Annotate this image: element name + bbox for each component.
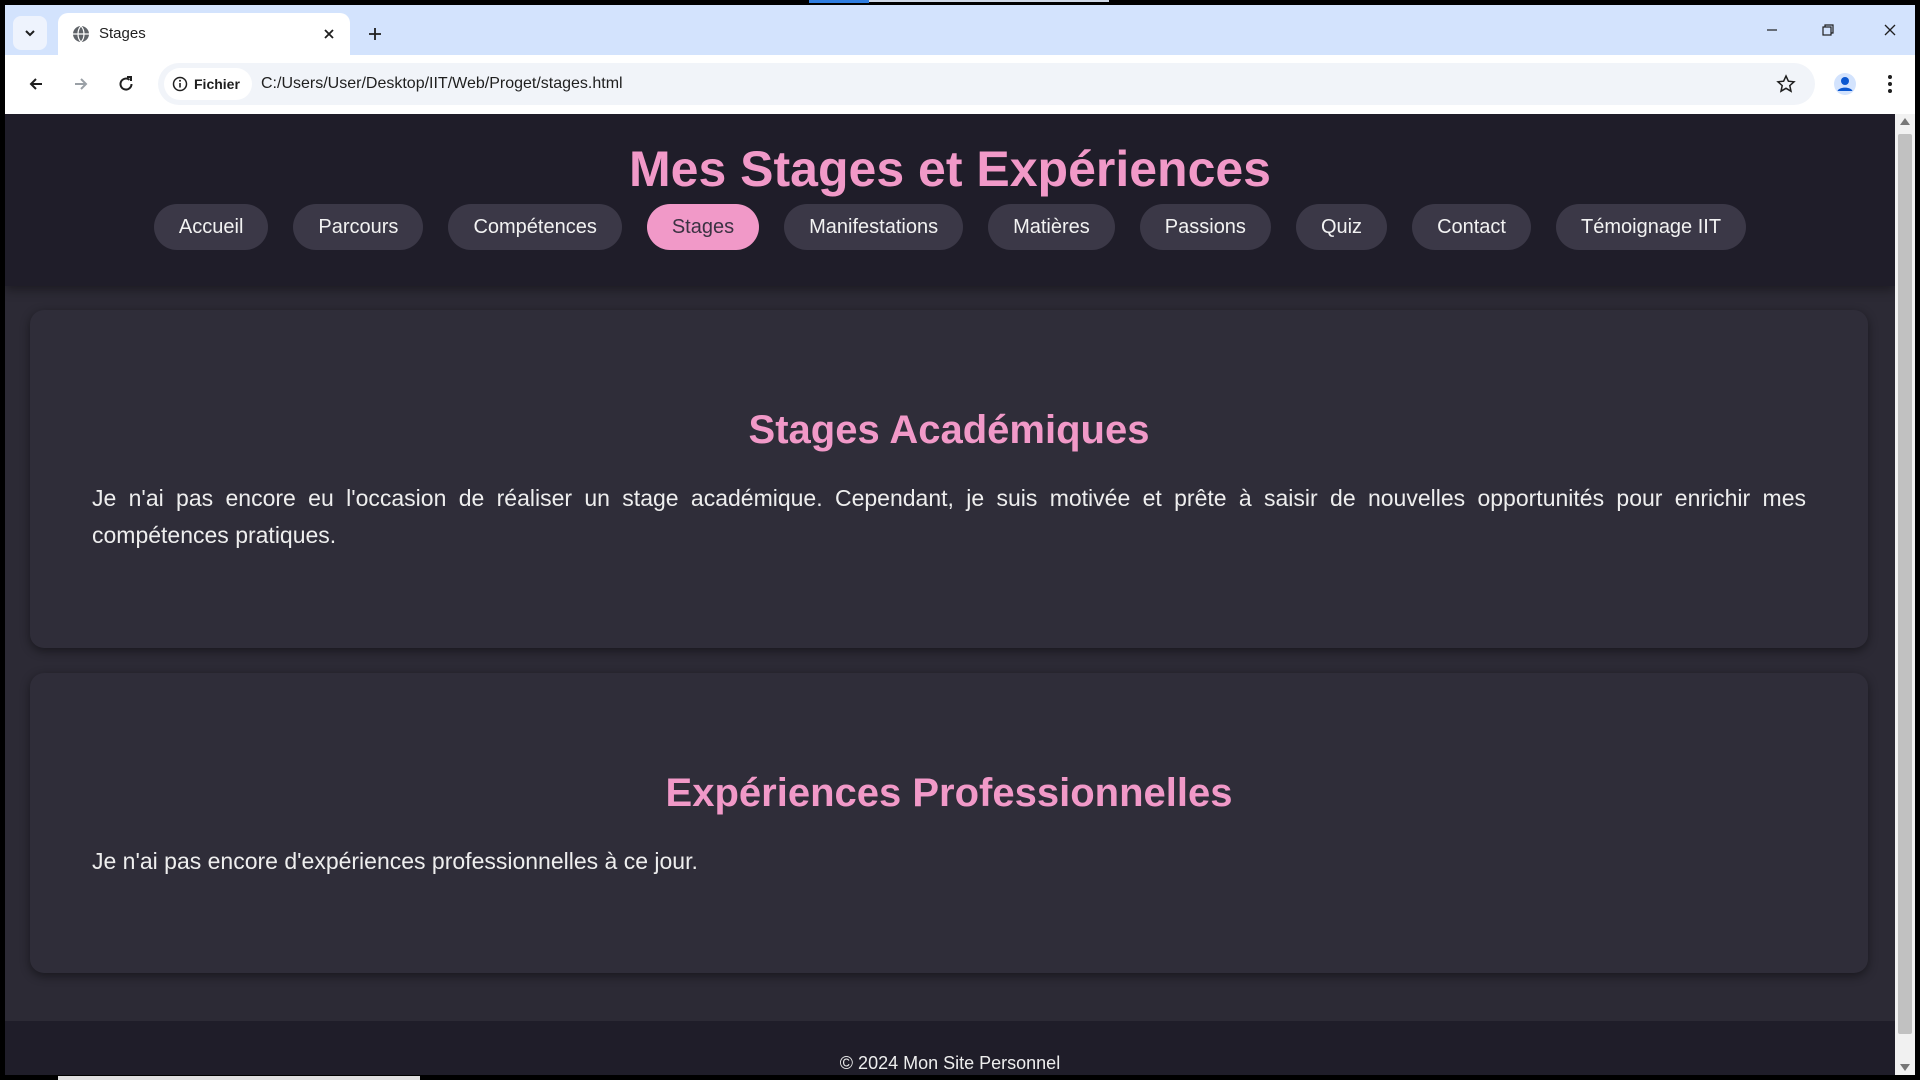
back-arrow-icon [29, 78, 42, 90]
forward-button[interactable] [62, 65, 100, 103]
section-heading: Expériences Professionnelles [665, 771, 1233, 815]
forward-arrow-icon [75, 78, 88, 90]
minimize-icon [1767, 29, 1777, 31]
section-stages-academiques: Stages Académiques Je n'ai pas encore eu… [30, 310, 1868, 648]
address-bar[interactable]: Fichier C:/Users/User/Desktop/IIT/Web/Pr… [158, 63, 1815, 105]
section-text: Je n'ai pas encore d'expériences profess… [92, 848, 698, 874]
bookmark-button[interactable] [1771, 69, 1801, 99]
nav-item-contact[interactable]: Contact [1412, 204, 1531, 250]
browser-menu-button[interactable] [1873, 67, 1907, 101]
footer-copyright: © 2024 Mon Site Personnel [839, 1053, 1061, 1073]
nav-item-stages[interactable]: Stages [646, 204, 760, 250]
section-text: Je n'ai pas encore eu l'occasion de réal… [92, 485, 1806, 548]
close-icon [324, 29, 334, 39]
url-text[interactable]: C:/Users/User/Desktop/IIT/Web/Proget/sta… [261, 75, 623, 93]
site-chip-label: Fichier [194, 76, 240, 92]
site-nav: Accueil Parcours Compétences Stages Mani… [5, 204, 1895, 250]
site-info-chip[interactable]: Fichier [164, 68, 252, 100]
tab-search-button[interactable] [13, 16, 47, 50]
tab-stages[interactable]: Stages [58, 13, 350, 55]
nav-item-manifestations[interactable]: Manifestations [784, 204, 964, 250]
page-title: Mes Stages et Expériences [629, 141, 1271, 197]
tab-close-button[interactable] [318, 23, 340, 45]
kebab-menu-icon [1888, 75, 1892, 93]
star-icon [1776, 74, 1796, 93]
profile-button[interactable] [1828, 67, 1862, 101]
tab-title: Stages [99, 25, 146, 42]
scrollbar-thumb[interactable] [1898, 134, 1912, 1034]
window-top-indicator [809, 0, 869, 3]
site-header: Mes Stages et Expériences Accueil Parcou… [5, 114, 1895, 286]
info-icon [172, 76, 188, 92]
reload-button[interactable] [107, 65, 145, 103]
nav-item-temoignage-iit[interactable]: Témoignage IIT [1556, 204, 1747, 250]
nav-item-passions[interactable]: Passions [1139, 204, 1271, 250]
vertical-scrollbar[interactable] [1895, 114, 1915, 1075]
restore-icon [1822, 24, 1834, 36]
chevron-down-icon [25, 30, 35, 37]
browser-toolbar: Fichier C:/Users/User/Desktop/IIT/Web/Pr… [5, 55, 1915, 114]
tab-strip: Stages [5, 5, 1915, 55]
nav-item-competences[interactable]: Compétences [448, 204, 622, 250]
taskbar-strip [58, 1076, 420, 1080]
globe-icon [73, 25, 89, 43]
nav-item-matieres[interactable]: Matières [988, 204, 1115, 250]
back-button[interactable] [17, 65, 55, 103]
nav-item-accueil[interactable]: Accueil [153, 204, 269, 250]
section-experiences-professionnelles: Expériences Professionnelles Je n'ai pas… [30, 673, 1868, 973]
plus-icon [369, 28, 381, 40]
nav-item-parcours[interactable]: Parcours [293, 204, 424, 250]
window-close-button[interactable] [1867, 13, 1913, 47]
nav-item-quiz[interactable]: Quiz [1295, 204, 1388, 250]
profile-icon [1834, 73, 1856, 95]
section-heading: Stages Académiques [748, 408, 1150, 452]
site-footer: © 2024 Mon Site Personnel [5, 1021, 1895, 1075]
minimize-button[interactable] [1749, 13, 1795, 47]
restore-button[interactable] [1805, 13, 1851, 47]
close-icon [1884, 24, 1896, 36]
browser-chrome: Stages Fichier C:/Users/User/Desktop/IIT… [5, 5, 1915, 114]
reload-icon [119, 76, 133, 91]
window-top-indicator-secondary [869, 0, 1109, 2]
new-tab-button[interactable] [361, 20, 389, 48]
scroll-up-arrow-icon[interactable] [1900, 118, 1910, 125]
page-viewport: Mes Stages et Expériences Accueil Parcou… [5, 114, 1895, 1075]
scroll-down-arrow-icon[interactable] [1900, 1064, 1910, 1071]
